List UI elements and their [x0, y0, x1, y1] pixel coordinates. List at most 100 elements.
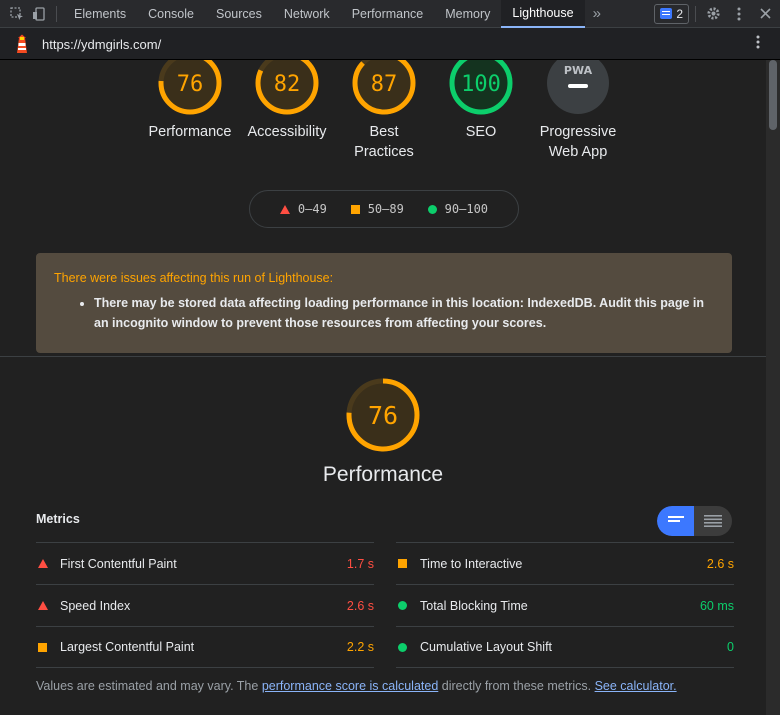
- gauge-ring: 76: [346, 378, 420, 452]
- metrics-footnote: Values are estimated and may vary. The p…: [36, 679, 677, 693]
- section-divider: [0, 356, 766, 357]
- gauge-score: 82: [274, 72, 301, 97]
- tab-memory[interactable]: Memory: [434, 0, 501, 28]
- warning-item: There may be stored data affecting loadi…: [94, 293, 714, 333]
- gauge-label: Progressive Web App: [539, 124, 617, 160]
- metrics-view-toggle[interactable]: [657, 506, 732, 536]
- metric-row[interactable]: Time to Interactive 2.6 s: [396, 542, 734, 584]
- footnote-text: Values are estimated and may vary. The: [36, 679, 262, 693]
- metric-name: Cumulative Layout Shift: [420, 640, 553, 654]
- legend-pass-range: 90–100: [444, 202, 489, 216]
- legend-average-range: 50–89: [367, 202, 404, 216]
- inspect-element-icon[interactable]: [6, 0, 28, 28]
- metric-name: First Contentful Paint: [60, 556, 177, 571]
- toolbar-separator: [56, 5, 57, 22]
- score-scale-legend: 0–49 50–89 90–100: [249, 190, 519, 228]
- report-url-bar: https://ydmgirls.com/: [0, 29, 780, 60]
- average-square-icon: [396, 559, 420, 568]
- gauge-ring: 82: [255, 60, 319, 115]
- metric-name: Time to Interactive: [420, 556, 523, 571]
- legend-pass: 90–100: [427, 202, 489, 216]
- metrics-header: Metrics: [36, 512, 80, 526]
- report-menu-icon[interactable]: [756, 35, 760, 54]
- pass-circle-icon: [396, 601, 420, 610]
- pass-circle-icon: [427, 204, 437, 214]
- metric-name: Largest Contentful Paint: [60, 640, 195, 654]
- performance-section-gauge: 76: [343, 375, 423, 460]
- scrollbar-thumb[interactable]: [769, 60, 777, 130]
- tab-network[interactable]: Network: [273, 0, 341, 28]
- category-gauges: 76 Performance 82 Accessibility 87 Best …: [140, 60, 640, 170]
- gauge-score: 100: [461, 72, 501, 97]
- metric-row[interactable]: Total Blocking Time 60 ms: [396, 584, 734, 626]
- footnote-text: directly from these metrics.: [438, 679, 595, 693]
- customize-menu-icon[interactable]: [728, 0, 750, 28]
- gauge-accessibility[interactable]: 82 Accessibility: [237, 60, 337, 142]
- gauge-best-practices[interactable]: 87 Best Practices: [334, 60, 434, 162]
- fail-triangle-icon: [279, 204, 290, 214]
- score-calculated-link[interactable]: performance score is calculated: [262, 679, 438, 693]
- metric-value: 60 ms: [699, 598, 734, 613]
- warning-list: There may be stored data affecting loadi…: [54, 293, 714, 333]
- report-scrollbar[interactable]: [766, 60, 780, 715]
- performance-section-title: Performance: [322, 463, 444, 486]
- gauge-pwa[interactable]: PWA Progressive Web App: [528, 60, 628, 162]
- svg-text:PWA: PWA: [564, 64, 593, 77]
- pwa-badge-icon: PWA: [547, 60, 609, 114]
- compact-view-button[interactable]: [657, 506, 694, 536]
- issues-count: 2: [676, 6, 683, 21]
- lighthouse-report: 76 Performance 82 Accessibility 87 Best …: [0, 60, 766, 715]
- expanded-view-button[interactable]: [694, 506, 731, 536]
- issues-counter-button[interactable]: 2: [654, 3, 689, 24]
- average-square-icon: [36, 642, 60, 652]
- gauge-seo[interactable]: 100 SEO: [431, 60, 531, 142]
- performance-score: 76: [368, 401, 398, 430]
- gauge-label: Best Practices: [354, 124, 414, 160]
- metric-value: 0: [727, 640, 734, 654]
- lighthouse-logo-icon: [14, 34, 30, 54]
- fail-triangle-icon: [36, 559, 60, 568]
- legend-fail-range: 0–49: [297, 202, 327, 216]
- metric-row[interactable]: Speed Index 2.6 s: [36, 584, 374, 626]
- fail-triangle-icon: [36, 601, 60, 610]
- devtools-toolbar: Elements Console Sources Network Perform…: [0, 0, 780, 28]
- gauge-ring: 76: [158, 60, 222, 115]
- tab-console[interactable]: Console: [137, 0, 205, 28]
- metrics-right-column: Time to Interactive 2.6 s Total Blocking…: [396, 542, 734, 668]
- gauge-label: SEO: [465, 124, 497, 140]
- tab-lighthouse[interactable]: Lighthouse: [501, 0, 585, 28]
- issues-icon: [660, 8, 673, 19]
- gauge-ring: 100: [449, 60, 513, 115]
- report-url[interactable]: https://ydmgirls.com/: [42, 37, 161, 52]
- gauge-performance[interactable]: 76 Performance: [140, 60, 240, 142]
- metric-row[interactable]: Largest Contentful Paint 2.2 s: [36, 626, 374, 668]
- metric-name: Speed Index: [60, 598, 131, 613]
- metric-value: 2.6 s: [706, 556, 734, 571]
- gauge-ring: 87: [352, 60, 416, 115]
- metric-row[interactable]: First Contentful Paint 1.7 s: [36, 542, 374, 584]
- settings-gear-icon[interactable]: [702, 0, 724, 28]
- legend-fail: 0–49: [279, 202, 327, 216]
- metric-value: 2.2 s: [346, 640, 374, 654]
- device-toolbar-icon[interactable]: [28, 0, 50, 28]
- metric-value: 1.7 s: [346, 556, 374, 571]
- tab-elements[interactable]: Elements: [63, 0, 137, 28]
- tab-performance[interactable]: Performance: [341, 0, 435, 28]
- pass-circle-icon: [396, 642, 420, 652]
- metric-row[interactable]: Cumulative Layout Shift 0: [396, 626, 734, 668]
- metric-value: 2.6 s: [346, 598, 374, 613]
- run-warnings-box: There were issues affecting this run of …: [36, 253, 732, 353]
- more-tabs-icon[interactable]: »: [585, 5, 609, 22]
- gauge-label: Performance: [148, 124, 232, 140]
- metrics-left-column: First Contentful Paint 1.7 s Speed Index…: [36, 542, 374, 668]
- tab-sources[interactable]: Sources: [205, 0, 273, 28]
- toolbar-separator: [695, 5, 696, 22]
- gauge-score: 87: [371, 72, 398, 97]
- average-square-icon: [350, 204, 360, 214]
- close-devtools-icon[interactable]: [754, 0, 776, 28]
- legend-average: 50–89: [350, 202, 404, 216]
- gauge-label: Accessibility: [247, 124, 327, 140]
- see-calculator-link[interactable]: See calculator.: [595, 679, 677, 693]
- warning-title: There were issues affecting this run of …: [54, 271, 334, 285]
- gauge-score: 76: [177, 72, 204, 97]
